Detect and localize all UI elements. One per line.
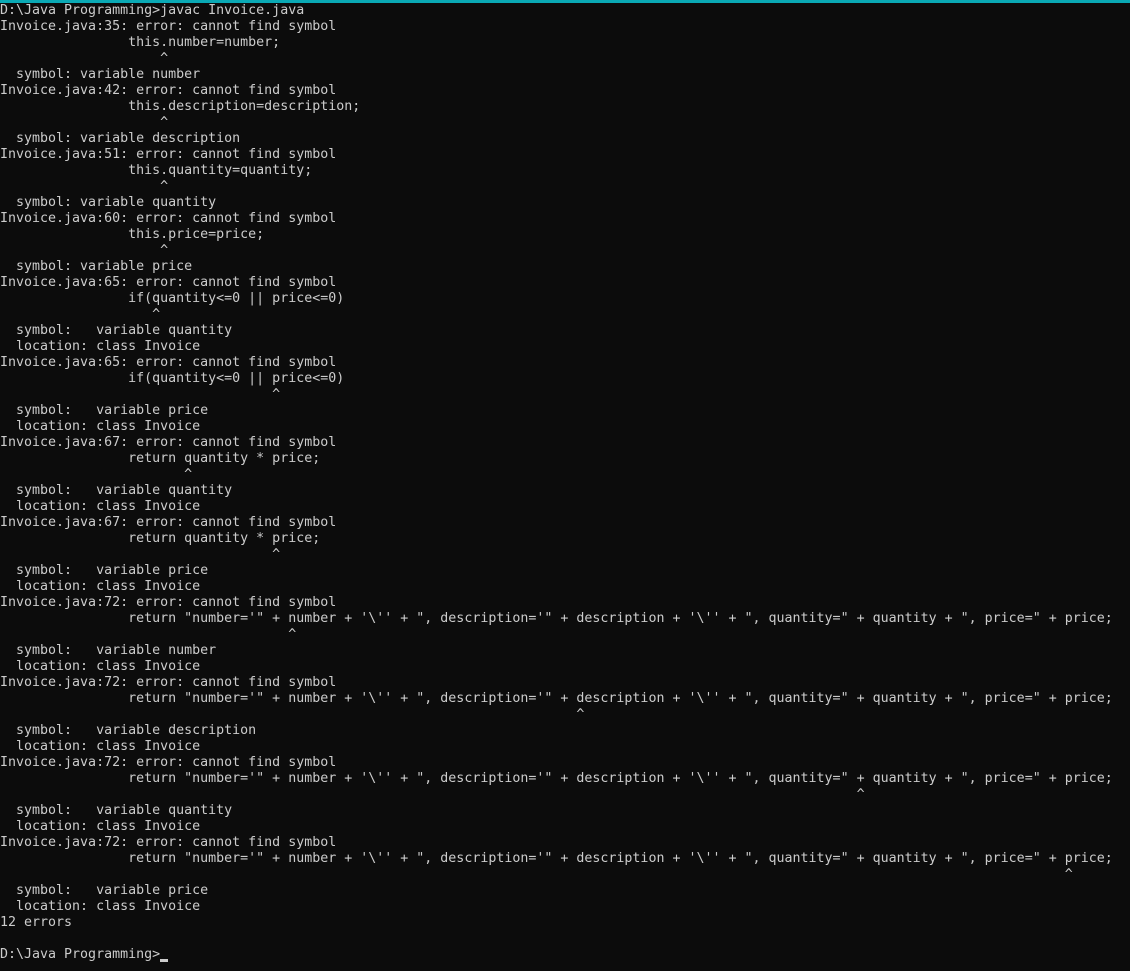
terminal-line: Invoice.java:72: error: cannot find symb… <box>0 835 337 850</box>
terminal-line: Invoice.java:67: error: cannot find symb… <box>0 435 337 450</box>
terminal-line: ^ <box>0 467 193 482</box>
terminal-console[interactable]: D:\Java Programming>javac Invoice.java In… <box>0 3 1130 971</box>
terminal-line: ^ <box>0 179 169 194</box>
terminal-line: Invoice.java:42: error: cannot find symb… <box>0 83 337 98</box>
terminal-line: ^ <box>0 243 169 258</box>
terminal-line: location: class Invoice <box>0 819 201 834</box>
terminal-line: Invoice.java:35: error: cannot find symb… <box>0 19 337 34</box>
terminal-line: symbol: variable number <box>0 67 201 82</box>
terminal-line: symbol: variable description <box>0 131 241 146</box>
terminal-line: symbol: variable number <box>0 643 217 658</box>
terminal-line: symbol: variable price <box>0 883 209 898</box>
terminal-line: Invoice.java:72: error: cannot find symb… <box>0 755 337 770</box>
terminal-line: ^ <box>0 787 865 802</box>
terminal-line: 12 errors <box>0 915 73 930</box>
terminal-line: return "number='" + number + '\'' + ", d… <box>0 611 1113 626</box>
terminal-line: Invoice.java:65: error: cannot find symb… <box>0 275 337 290</box>
terminal-line: location: class Invoice <box>0 499 201 514</box>
terminal-line: D:\Java Programming>javac Invoice.java <box>0 3 305 18</box>
terminal-line: Invoice.java:65: error: cannot find symb… <box>0 355 337 370</box>
terminal-line: return quantity * price; <box>0 531 321 546</box>
terminal-line: return "number='" + number + '\'' + ", d… <box>0 851 1113 866</box>
terminal-line: return "number='" + number + '\'' + ", d… <box>0 691 1113 706</box>
terminal-line: if(quantity<=0 || price<=0) <box>0 371 345 386</box>
terminal-line: this.quantity=quantity; <box>0 163 313 178</box>
terminal-line: Invoice.java:72: error: cannot find symb… <box>0 595 337 610</box>
terminal-line: location: class Invoice <box>0 739 201 754</box>
terminal-line: Invoice.java:72: error: cannot find symb… <box>0 675 337 690</box>
terminal-line: symbol: variable quantity <box>0 195 217 210</box>
terminal-line: symbol: variable price <box>0 563 209 578</box>
terminal-line: this.price=price; <box>0 227 265 242</box>
terminal-line: ^ <box>0 387 281 402</box>
command-prompt: D:\Java Programming> <box>0 947 161 962</box>
terminal-line: return "number='" + number + '\'' + ", d… <box>0 771 1113 786</box>
terminal-line: return quantity * price; <box>0 451 321 466</box>
terminal-line: ^ <box>0 307 161 322</box>
terminal-line: location: class Invoice <box>0 339 201 354</box>
terminal-line: ^ <box>0 547 281 562</box>
terminal-line: Invoice.java:51: error: cannot find symb… <box>0 147 337 162</box>
terminal-line: symbol: variable quantity <box>0 323 233 338</box>
terminal-line: symbol: variable quantity <box>0 483 233 498</box>
terminal-line: location: class Invoice <box>0 579 201 594</box>
command-prompt-line[interactable]: D:\Java Programming> <box>0 947 1130 963</box>
terminal-line: ^ <box>0 51 169 66</box>
terminal-line: location: class Invoice <box>0 899 201 914</box>
text-cursor <box>160 958 169 962</box>
terminal-line: ^ <box>0 115 169 130</box>
terminal-line: ^ <box>0 707 585 722</box>
terminal-line: Invoice.java:67: error: cannot find symb… <box>0 515 337 530</box>
terminal-line: if(quantity<=0 || price<=0) <box>0 291 345 306</box>
terminal-line: symbol: variable description <box>0 723 257 738</box>
terminal-line: ^ <box>0 867 1073 882</box>
terminal-line: this.number=number; <box>0 35 281 50</box>
terminal-line: location: class Invoice <box>0 659 201 674</box>
terminal-line: symbol: variable quantity <box>0 803 233 818</box>
terminal-line: location: class Invoice <box>0 419 201 434</box>
terminal-line: symbol: variable price <box>0 259 193 274</box>
terminal-line: Invoice.java:60: error: cannot find symb… <box>0 211 337 226</box>
terminal-line: symbol: variable price <box>0 403 209 418</box>
terminal-line: this.description=description; <box>0 99 361 114</box>
terminal-line: ^ <box>0 627 297 642</box>
